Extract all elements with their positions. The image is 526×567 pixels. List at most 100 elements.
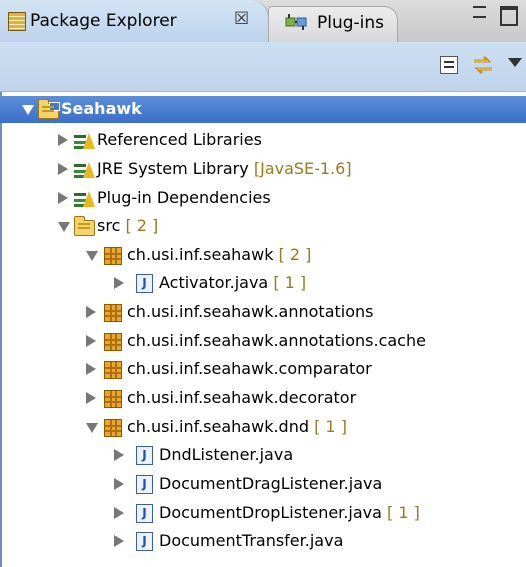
tree-item-label: Referenced Libraries bbox=[97, 130, 262, 149]
view-tab-bar: Package Explorer ☒ Plug-ins bbox=[0, 0, 526, 43]
tree-item[interactable]: DndListener.java bbox=[0, 442, 526, 469]
item-name: ch.usi.inf.seahawk bbox=[127, 245, 274, 264]
java-file-icon bbox=[136, 274, 153, 293]
expanded-arrow-icon[interactable] bbox=[86, 423, 98, 433]
java-file-icon bbox=[136, 532, 153, 551]
collapsed-arrow-icon[interactable] bbox=[114, 449, 124, 461]
tree-item[interactable]: ch.usi.inf.seahawk [ 2 ] bbox=[0, 242, 526, 269]
item-name: Activator.java bbox=[159, 273, 269, 292]
item-name: src bbox=[97, 216, 121, 235]
item-name: DocumentTransfer.java bbox=[159, 531, 344, 550]
tab-label: Plug-ins bbox=[317, 13, 385, 33]
tree-item[interactable]: ch.usi.inf.seahawk.comparator bbox=[0, 356, 526, 383]
collapsed-arrow-icon[interactable] bbox=[114, 277, 124, 289]
collapsed-arrow-icon[interactable] bbox=[58, 134, 68, 146]
expanded-arrow-icon[interactable] bbox=[86, 251, 98, 261]
package-explorer-icon bbox=[8, 12, 26, 31]
tree-item-label: src [ 2 ] bbox=[97, 216, 158, 235]
item-name: ch.usi.inf.seahawk.annotations.cache bbox=[127, 331, 426, 350]
collapsed-arrow-icon[interactable] bbox=[86, 306, 96, 318]
tree-item-label: Seahawk bbox=[61, 99, 142, 118]
source-folder-icon bbox=[74, 216, 95, 236]
tab-label: Package Explorer bbox=[30, 11, 177, 31]
collapsed-arrow-icon[interactable] bbox=[58, 192, 68, 204]
tree-item-label: Activator.java [ 1 ] bbox=[159, 273, 306, 292]
package-icon bbox=[104, 333, 122, 351]
view-toolbar bbox=[0, 42, 526, 92]
tree-item[interactable]: JRE System Library [JavaSE-1.6] bbox=[0, 156, 526, 183]
item-decoration: [ 2 ] bbox=[125, 216, 159, 235]
maximize-icon[interactable] bbox=[500, 6, 518, 26]
tab-package-explorer[interactable]: Package Explorer ☒ bbox=[0, 0, 269, 42]
collapsed-arrow-icon[interactable] bbox=[58, 163, 68, 175]
item-name: DocumentDragListener.java bbox=[159, 474, 383, 493]
java-file-icon bbox=[136, 504, 153, 523]
item-decoration: [ 1 ] bbox=[387, 503, 420, 522]
item-name: ch.usi.inf.seahawk.decorator bbox=[127, 388, 357, 407]
tree-item[interactable]: DocumentDragListener.java bbox=[0, 471, 526, 498]
expanded-arrow-icon[interactable] bbox=[58, 222, 70, 232]
library-icon bbox=[74, 160, 95, 178]
item-decoration: [JavaSE-1.6] bbox=[253, 159, 352, 178]
tree-item[interactable]: src [ 2 ] bbox=[0, 213, 526, 240]
tree-item-label: DocumentDragListener.java bbox=[159, 474, 382, 493]
collapsed-arrow-icon[interactable] bbox=[86, 392, 96, 404]
item-name: Seahawk bbox=[61, 99, 142, 118]
java-file-icon bbox=[136, 446, 153, 465]
tree-item-label: ch.usi.inf.seahawk [ 2 ] bbox=[127, 245, 311, 264]
plugins-icon bbox=[285, 14, 307, 30]
library-icon bbox=[74, 131, 95, 149]
tree-item[interactable]: Activator.java [ 1 ] bbox=[0, 270, 526, 297]
item-name: ch.usi.inf.seahawk.comparator bbox=[127, 359, 372, 378]
tree-item-label: ch.usi.inf.seahawk.annotations bbox=[127, 302, 373, 321]
tree-item-label: JRE System Library [JavaSE-1.6] bbox=[97, 159, 352, 178]
collapsed-arrow-icon[interactable] bbox=[114, 507, 124, 519]
collapse-all-icon[interactable] bbox=[440, 56, 458, 74]
collapsed-arrow-icon[interactable] bbox=[86, 363, 96, 375]
minimize-icon[interactable] bbox=[473, 6, 486, 18]
item-name: ch.usi.inf.seahawk.annotations bbox=[127, 302, 374, 321]
tab-plugins[interactable]: Plug-ins bbox=[268, 6, 398, 43]
tree-item[interactable]: Seahawk bbox=[0, 96, 526, 123]
item-name: ch.usi.inf.seahawk.dnd bbox=[127, 417, 309, 436]
collapsed-arrow-icon[interactable] bbox=[86, 335, 96, 347]
tree-item[interactable]: DocumentDropListener.java [ 1 ] bbox=[0, 500, 526, 527]
tree-item-label: ch.usi.inf.seahawk.annotations.cache bbox=[127, 331, 426, 350]
item-decoration: [ 1 ] bbox=[314, 417, 347, 436]
item-name: Plug-in Dependencies bbox=[97, 188, 271, 207]
project-folder-icon bbox=[38, 99, 60, 119]
tree-item[interactable]: ch.usi.inf.seahawk.annotations.cache bbox=[0, 328, 526, 355]
package-icon bbox=[104, 361, 122, 379]
tree-item[interactable]: Referenced Libraries bbox=[0, 127, 526, 154]
project-marker-icon bbox=[49, 102, 60, 111]
expanded-arrow-icon[interactable] bbox=[22, 105, 34, 115]
item-name: Referenced Libraries bbox=[97, 130, 262, 149]
view-menu-icon[interactable] bbox=[508, 58, 522, 67]
package-icon bbox=[104, 390, 122, 408]
package-icon bbox=[104, 419, 122, 437]
item-name: DocumentDropListener.java bbox=[159, 503, 382, 522]
close-tab-icon[interactable]: ☒ bbox=[234, 9, 249, 29]
tree-item[interactable]: ch.usi.inf.seahawk.annotations bbox=[0, 299, 526, 326]
tree-item-label: ch.usi.inf.seahawk.dnd [ 1 ] bbox=[127, 417, 347, 436]
tree-item[interactable]: Plug-in Dependencies bbox=[0, 185, 526, 212]
item-name: DndListener.java bbox=[159, 445, 294, 464]
tree-item[interactable]: ch.usi.inf.seahawk.decorator bbox=[0, 385, 526, 412]
library-icon bbox=[74, 189, 95, 207]
java-file-icon bbox=[136, 475, 153, 494]
tree-item-label: DocumentDropListener.java [ 1 ] bbox=[159, 503, 420, 522]
tree-item-label: DndListener.java bbox=[159, 445, 293, 464]
item-name: JRE System Library bbox=[97, 159, 249, 178]
package-icon bbox=[104, 304, 122, 322]
package-icon bbox=[104, 247, 122, 265]
tree-item-label: Plug-in Dependencies bbox=[97, 188, 271, 207]
tree-item[interactable]: ch.usi.inf.seahawk.dnd [ 1 ] bbox=[0, 414, 526, 441]
tree-item[interactable]: DocumentTransfer.java bbox=[0, 528, 526, 555]
item-decoration: [ 1 ] bbox=[273, 273, 307, 292]
item-decoration: [ 2 ] bbox=[278, 245, 312, 264]
collapsed-arrow-icon[interactable] bbox=[114, 535, 124, 547]
link-with-editor-icon[interactable] bbox=[470, 52, 496, 78]
tree-item-label: DocumentTransfer.java bbox=[159, 531, 343, 550]
tree-item-label: ch.usi.inf.seahawk.comparator bbox=[127, 359, 372, 378]
collapsed-arrow-icon[interactable] bbox=[114, 478, 124, 490]
